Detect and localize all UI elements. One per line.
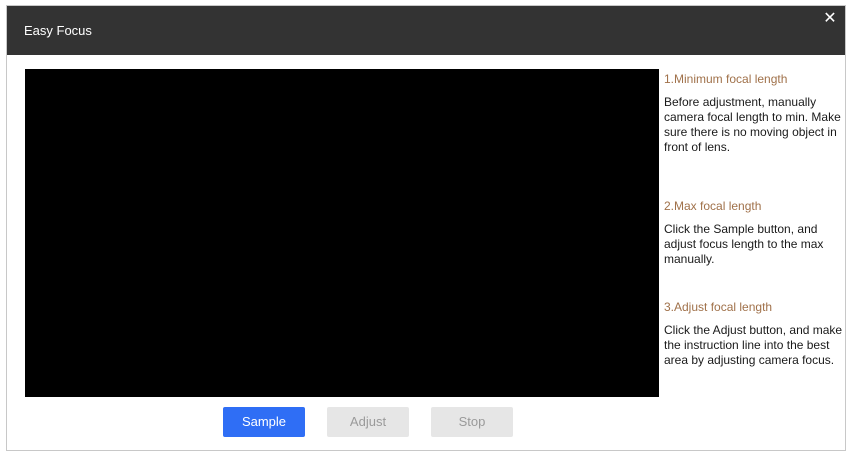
sample-button[interactable]: Sample: [223, 407, 305, 437]
step-title: 1.Minimum focal length: [664, 72, 788, 86]
step-max-focal-length: 2.Max focal length Click the Sample butt…: [664, 199, 844, 267]
dialog-titlebar: Easy Focus ✕: [7, 6, 845, 55]
step-title: 2.Max focal length: [664, 199, 762, 213]
step-description: Before adjustment, manually camera focal…: [664, 95, 841, 154]
step-title: 3.Adjust focal length: [664, 300, 773, 314]
step-description: Click the Adjust button, and make the in…: [664, 323, 843, 367]
adjust-button[interactable]: Adjust: [327, 407, 409, 437]
dialog-title: Easy Focus: [24, 23, 92, 38]
step-adjust-focal-length: 3.Adjust focal length Click the Adjust b…: [664, 300, 844, 368]
video-preview: [25, 69, 659, 397]
stop-button[interactable]: Stop: [431, 407, 513, 437]
easy-focus-dialog: Easy Focus ✕ 1.Minimum focal length Befo…: [6, 5, 846, 451]
step-minimum-focal-length: 1.Minimum focal length Before adjustment…: [664, 72, 844, 155]
close-icon[interactable]: ✕: [822, 10, 838, 26]
step-description: Click the Sample button, and adjust focu…: [664, 222, 824, 266]
